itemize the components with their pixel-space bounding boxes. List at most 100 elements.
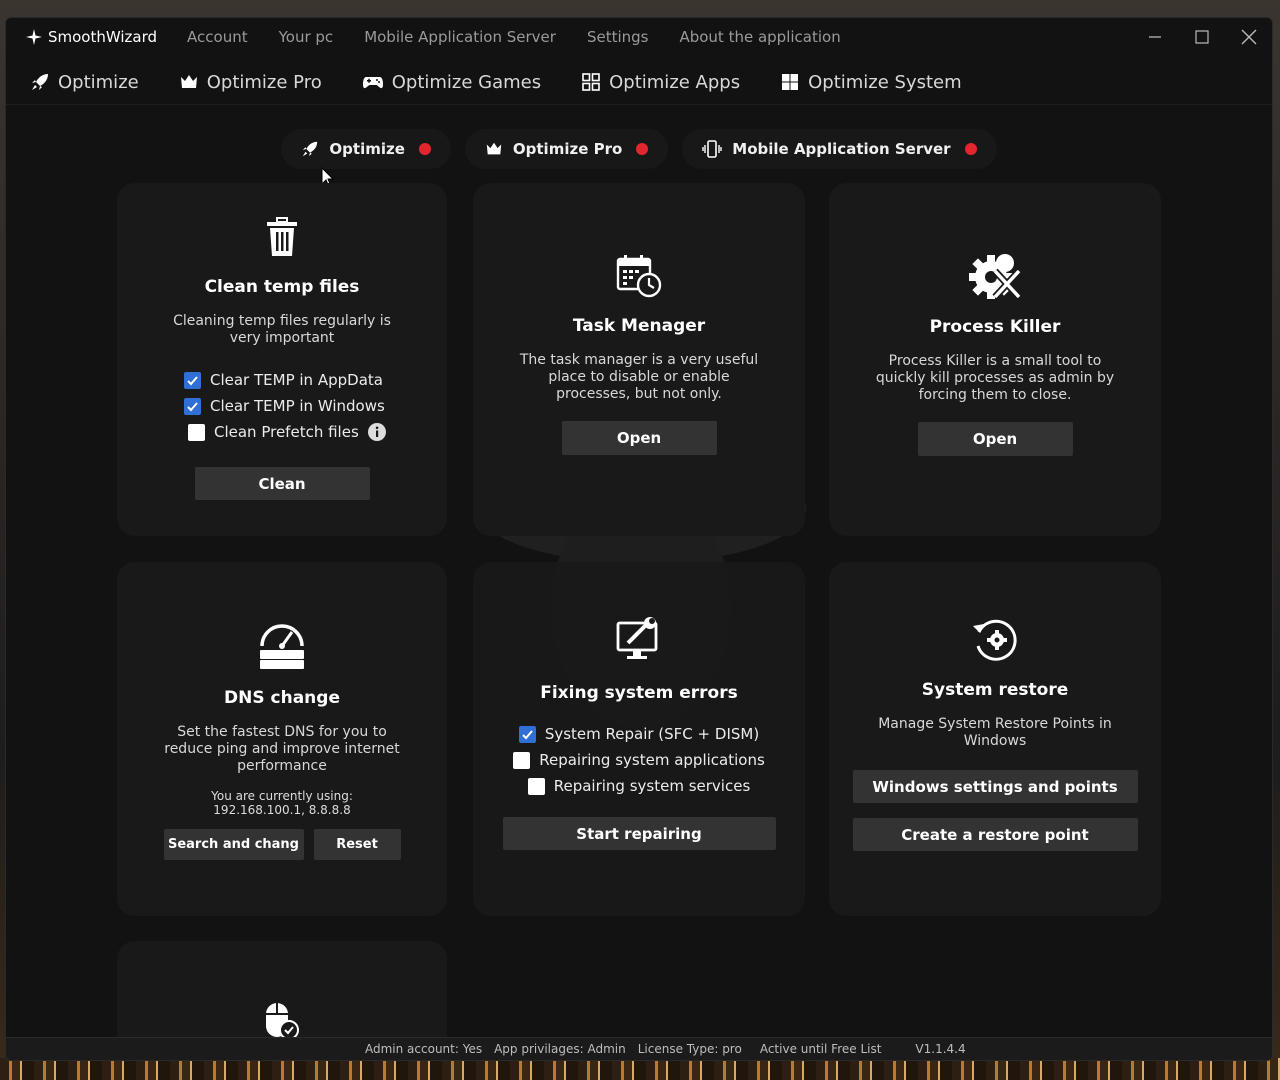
system-restore-card: System restore Manage System Restore Poi… [829,562,1161,916]
windows-settings-points-button[interactable]: Windows settings and points [852,770,1138,803]
card-title: Task Menager [572,316,706,336]
status-pill-optimize-pro[interactable]: Optimize Pro [464,129,669,169]
dns-change-card: DNS change Set the fastest DNS for you t… [117,562,447,916]
card-description: The task manager is a very useful place … [519,352,759,402]
checkbox-system-repair[interactable]: System Repair (SFC + DISM) [518,721,760,747]
dns-current-label: You are currently using: [211,789,353,803]
restore-gear-icon [973,619,1017,661]
card-description: Manage System Restore Points in Windows [878,716,1112,749]
checkbox[interactable] [184,397,201,415]
status-pills: Optimize Optimize Pro Mobile Application… [6,129,1272,169]
wizard-logo-icon [26,29,42,45]
checkbox-clear-temp-windows[interactable]: Clear TEMP in Windows [184,393,447,419]
dns-search-change-button[interactable]: Search and chang [163,829,304,860]
mouse-check-icon [266,1003,299,1037]
minimize-icon [1148,36,1161,38]
app-brand: SmoothWizard [26,28,157,46]
status-pill-mobile-server[interactable]: Mobile Application Server [682,129,997,169]
task-manager-open-button[interactable]: Open [561,421,717,455]
status-pill-label: Mobile Application Server [732,140,951,158]
status-pill-label: Optimize Pro [512,140,623,158]
task-manager-card: Task Menager The task manager is a very … [473,183,805,536]
close-icon [1241,29,1256,45]
status-privileges: App privilages: Admin [494,1042,626,1056]
checkbox-label: Clean Prefetch files [214,423,359,441]
checkbox[interactable] [527,777,545,795]
status-bar: Admin account: Yes App privilages: Admin… [6,1037,1272,1060]
info-icon[interactable] [367,423,386,441]
minimize-button[interactable] [1131,18,1178,56]
checkbox[interactable] [518,725,536,743]
clean-temp-card: Clean temp files Cleaning temp files reg… [117,183,447,536]
checkbox-label: Clear TEMP in Windows [210,397,385,415]
menu-about[interactable]: About the application [679,28,840,46]
windows-icon [782,74,799,90]
rocket-icon [303,141,318,157]
close-button[interactable] [1225,18,1272,56]
app-window: SmoothWizard Account Your pc Mobile Appl… [5,17,1273,1061]
desktop-background [0,1058,1280,1080]
checkmark-icon [187,375,198,385]
menu-settings[interactable]: Settings [587,28,649,46]
status-indicator-dot [418,143,431,155]
status-indicator-dot [636,143,649,155]
checkmark-icon [522,729,533,739]
gamepad-icon [362,77,383,89]
process-killer-open-button[interactable]: Open [917,422,1073,456]
card-description: Set the fastest DNS for you to reduce pi… [164,724,400,774]
start-repairing-button[interactable]: Start repairing [502,817,776,850]
crown-icon [180,75,197,88]
fix-system-errors-card: Fixing system errors System Repair (SFC … [473,562,805,916]
create-restore-point-button[interactable]: Create a restore point [852,818,1138,851]
trash-icon [267,217,297,256]
monitor-wrench-icon [616,617,658,659]
checkbox-clean-prefetch[interactable]: Clean Prefetch files [188,419,447,445]
crown-icon [486,142,502,155]
rocket-icon [32,74,48,90]
main-nav: Optimize Optimize Pro Optimize Games Opt… [6,60,1272,105]
nav-optimize-games-label: Optimize Games [391,71,542,93]
checkbox[interactable] [188,423,205,441]
card-title: System restore [921,680,1069,700]
menu-account[interactable]: Account [187,28,248,46]
dns-reset-button[interactable]: Reset [313,829,401,860]
status-pill-optimize[interactable]: Optimize [281,129,451,169]
status-active: Active until Free List [759,1042,882,1056]
nav-optimize-label: Optimize [58,71,139,93]
menu-mobile-server[interactable]: Mobile Application Server [364,28,556,46]
checkbox-repair-services[interactable]: Repairing system services [527,773,750,799]
status-indicator-dot [964,143,977,155]
nav-optimize-games[interactable]: Optimize Games [362,72,541,93]
maximize-button[interactable] [1178,18,1225,56]
menu-your-pc[interactable]: Your pc [279,28,334,46]
checkbox-repair-apps[interactable]: Repairing system applications [513,747,765,773]
nav-optimize-pro[interactable]: Optimize Pro [179,72,322,93]
nav-optimize-pro-label: Optimize Pro [206,71,322,93]
window-controls [1131,18,1272,56]
app-title: SmoothWizard [48,28,158,46]
phone-vibrate-icon [702,140,722,158]
status-admin: Admin account: Yes [365,1042,483,1056]
card-title: Process Killer [929,317,1061,337]
apps-grid-icon [582,73,600,91]
checkbox-label: Clear TEMP in AppData [210,371,383,389]
process-killer-card: Process Killer Process Killer is a small… [829,183,1161,536]
checkbox[interactable] [184,371,201,389]
nav-optimize[interactable]: Optimize [30,72,139,93]
gear-cross-icon [969,254,1022,300]
checkmark-icon [187,401,198,411]
card-title: Clean temp files [204,277,360,297]
card-description: Cleaning temp files regularly is very im… [173,313,391,346]
maximize-icon [1194,30,1209,44]
checkbox[interactable] [513,751,531,769]
nav-optimize-apps[interactable]: Optimize Apps [581,72,740,93]
checkbox-clear-temp-appdata[interactable]: Clear TEMP in AppData [184,367,447,393]
card-title: Fixing system errors [540,683,738,703]
clean-button[interactable]: Clean [194,467,370,500]
nav-optimize-system[interactable]: Optimize System [780,72,962,93]
nav-optimize-apps-label: Optimize Apps [609,71,741,93]
dns-gauge-icon [260,624,304,669]
checkbox-label: System Repair (SFC + DISM) [544,725,760,743]
status-version: V1.1.4.4 [915,1042,966,1056]
top-menu: Account Your pc Mobile Application Serve… [187,28,872,46]
